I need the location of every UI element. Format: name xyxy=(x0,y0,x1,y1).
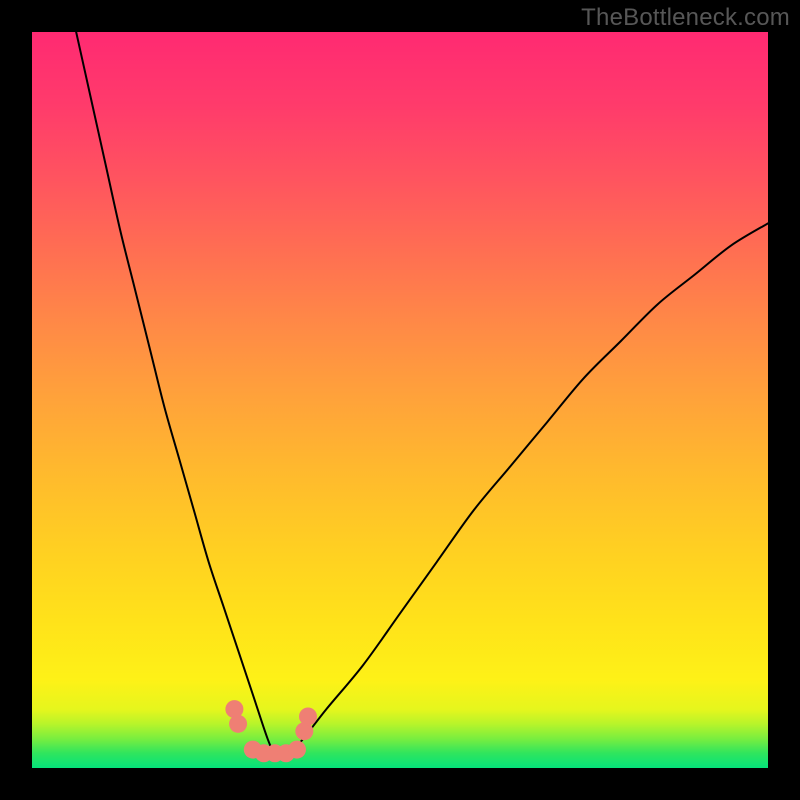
plot-area xyxy=(32,32,768,768)
curve-layer xyxy=(32,32,768,768)
highlight-markers xyxy=(225,700,317,762)
bottleneck-curve xyxy=(76,32,768,755)
chart-container: TheBottleneck.com xyxy=(0,0,800,800)
watermark-text: TheBottleneck.com xyxy=(581,4,790,32)
